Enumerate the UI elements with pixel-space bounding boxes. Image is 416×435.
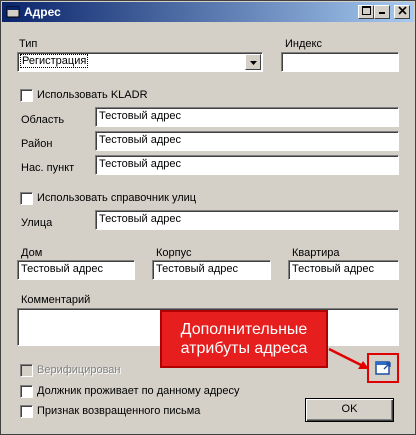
type-value: Регистрация <box>19 54 89 68</box>
settlement-label: Нас. пункт <box>21 162 75 174</box>
returned-letter-label[interactable]: Признак возвращенного письма <box>37 405 200 417</box>
ok-button[interactable]: OK <box>305 398 394 422</box>
street-input[interactable]: Тестовый адрес <box>95 210 399 230</box>
comment-label: Комментарий <box>21 294 91 306</box>
kladr-label[interactable]: Использовать KLADR <box>37 89 148 101</box>
debtor-lives-label[interactable]: Должник проживает по данному адресу <box>37 385 240 397</box>
type-select[interactable]: Регистрация <box>17 52 263 72</box>
maximize-icon[interactable] <box>358 5 374 19</box>
street-directory-label[interactable]: Использовать справочник улиц <box>37 192 196 204</box>
callout-arrow <box>328 347 369 369</box>
house-label: Дом <box>21 247 43 259</box>
minimize-icon[interactable] <box>374 5 390 19</box>
house-input[interactable]: Тестовый адрес <box>17 260 135 280</box>
street-label: Улица <box>21 217 53 229</box>
index-label: Индекс <box>285 38 322 50</box>
window-title: Адрес <box>24 5 61 19</box>
address-dialog: Адрес Тип Регистрация Индекс Использоват… <box>0 0 416 435</box>
window-icon <box>6 6 20 18</box>
kladr-checkbox[interactable] <box>20 89 33 102</box>
chevron-down-icon[interactable] <box>245 54 261 70</box>
verified-label: Верифицирован <box>37 364 121 376</box>
callout-line-2: атрибуты адреса <box>180 340 308 357</box>
close-icon[interactable] <box>394 5 410 19</box>
callout-annotation: Дополнительные атрибуты адреса <box>160 310 328 368</box>
callout-line-1: Дополнительные <box>180 321 308 338</box>
building-input[interactable]: Тестовый адрес <box>152 260 271 280</box>
returned-letter-checkbox[interactable] <box>20 405 33 418</box>
type-label: Тип <box>19 38 38 50</box>
settlement-input[interactable]: Тестовый адрес <box>95 155 399 175</box>
title-bar[interactable]: Адрес <box>2 2 414 22</box>
region-input[interactable]: Тестовый адрес <box>95 107 399 127</box>
street-directory-checkbox[interactable] <box>20 192 33 205</box>
building-label: Корпус <box>156 247 192 259</box>
debtor-lives-checkbox[interactable] <box>20 385 33 398</box>
district-input[interactable]: Тестовый адрес <box>95 131 399 151</box>
address-attributes-icon[interactable] <box>373 358 393 378</box>
region-label: Область <box>21 114 65 126</box>
index-input[interactable] <box>281 52 399 72</box>
apartment-label: Квартира <box>292 247 340 259</box>
verified-checkbox <box>20 364 33 377</box>
apartment-input[interactable]: Тестовый адрес <box>288 260 399 280</box>
district-label: Район <box>21 138 53 150</box>
